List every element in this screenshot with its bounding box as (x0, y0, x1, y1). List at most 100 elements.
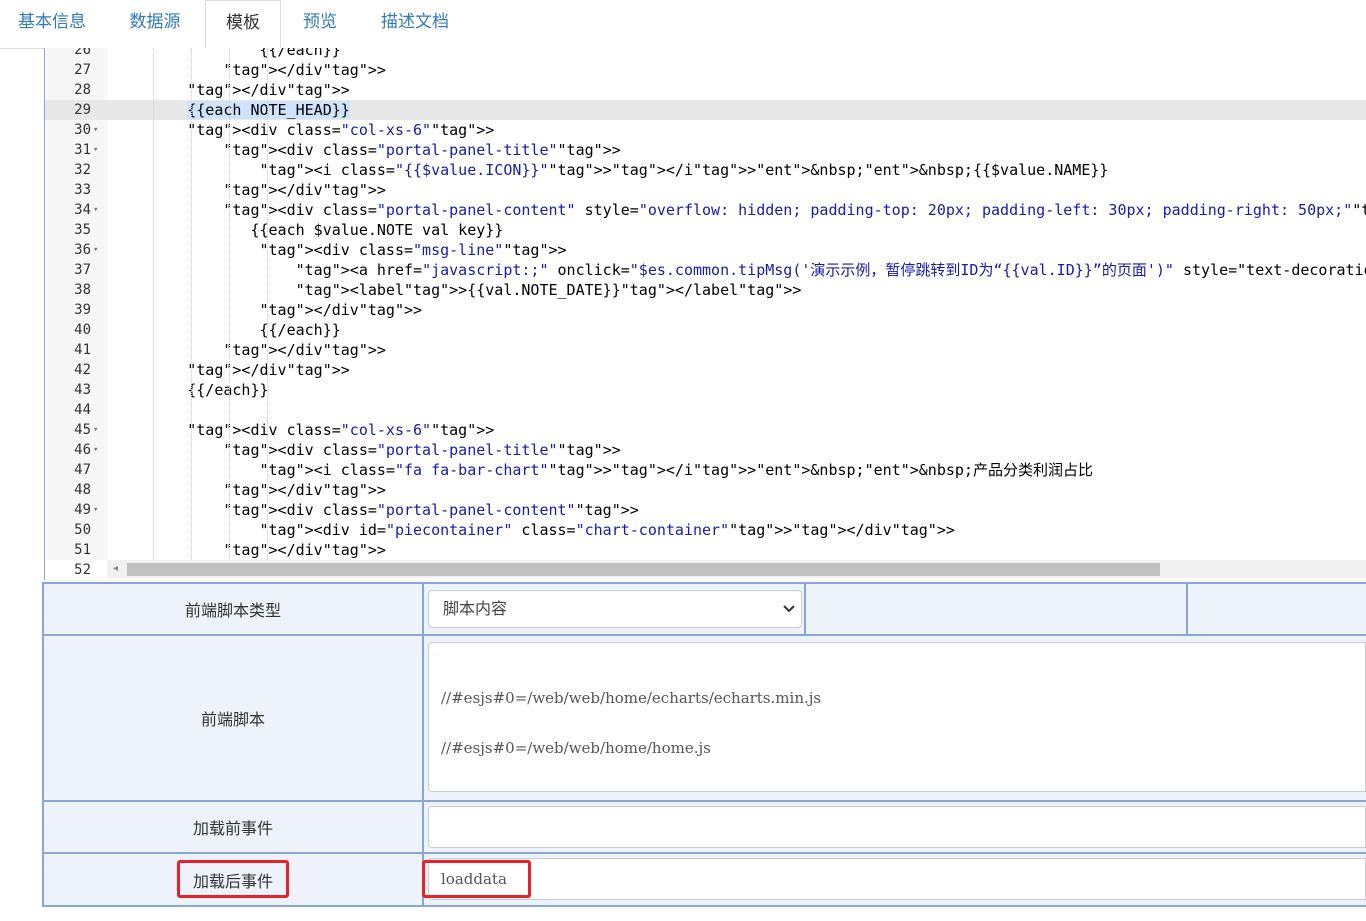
line-number: 46 (74, 442, 91, 458)
tab-template[interactable]: 模板 (205, 0, 281, 49)
script-type-select[interactable]: 脚本内容 (428, 590, 802, 628)
fold-arrow-icon[interactable]: ▾ (93, 120, 103, 140)
code-line[interactable]: 50 "tag"><div id="piecontainer" class="c… (45, 520, 1366, 540)
indent-guide (191, 48, 192, 560)
tab-description-doc[interactable]: 描述文档 (359, 0, 471, 48)
indent-guide (153, 48, 154, 560)
before-load-label: 加载前事件 (44, 802, 424, 852)
line-number: 47 (74, 462, 91, 478)
code-text: "tag"></div"tag">> (259, 301, 423, 319)
code-text: "tag"><div id="piecontainer" class="char… (259, 521, 955, 539)
code-line[interactable]: 28 "tag"></div"tag">> (45, 80, 1366, 100)
tab-datasource[interactable]: 数据源 (104, 0, 206, 48)
code-line[interactable]: 37 "tag"><a href="javascript:;" onclick=… (45, 260, 1366, 280)
code-line[interactable]: 31 ▾ "tag"><div class="portal-panel-title… (45, 140, 1366, 160)
line-number: 32 (74, 162, 91, 178)
code-line[interactable]: 26 {{/each}} (45, 48, 1366, 60)
cell-divider (1186, 584, 1188, 634)
code-text: {{each NOTE_HEAD}} (187, 101, 350, 119)
code-line[interactable]: 42 "tag"></div"tag">> (45, 360, 1366, 380)
script-cell: //#esjs#0=/web/web/home/echarts/echarts.… (424, 636, 1366, 800)
tab-preview[interactable]: 预览 (281, 0, 359, 48)
tab-basic-info[interactable]: 基本信息 (0, 0, 104, 48)
code-line[interactable]: 38 "tag"><label"tag">>{{val.NOTE_DATE}}"… (45, 280, 1366, 300)
code-line[interactable]: 40 {{/each}} (45, 320, 1366, 340)
code-text: "tag"></div"tag">> (187, 81, 350, 99)
code-text: "tag"></div"tag">> (223, 61, 386, 79)
code-text: "tag"><label"tag">>{{val.NOTE_DATE}}"tag… (295, 281, 802, 299)
scroll-left-icon[interactable]: ◂ (113, 563, 118, 574)
before-load-cell (424, 802, 1366, 852)
fold-arrow-icon[interactable]: ▾ (93, 500, 103, 520)
code-text: "tag"><a href="javascript:;" onclick="$e… (295, 261, 1366, 279)
script-line: //#esjs#0=/web/web/home/echarts/echarts.… (441, 689, 822, 707)
line-number: 33 (74, 182, 91, 198)
fold-arrow-icon[interactable]: ▾ (93, 140, 103, 160)
annotation-box-value (422, 860, 531, 898)
code-line[interactable]: 34 ▾ "tag"><div class="portal-panel-conte… (45, 200, 1366, 220)
script-textarea[interactable]: //#esjs#0=/web/web/home/echarts/echarts.… (428, 642, 1366, 792)
code-line[interactable]: 43 {{/each}} (45, 380, 1366, 400)
fold-arrow-icon[interactable]: ▾ (93, 200, 103, 220)
fold-arrow-icon[interactable]: ▾ (93, 240, 103, 260)
row-script: 前端脚本 //#esjs#0=/web/web/home/echarts/ech… (44, 636, 1366, 802)
line-number: 44 (74, 402, 91, 418)
scrollbar-thumb[interactable] (127, 563, 1160, 576)
before-load-input[interactable] (428, 806, 1366, 848)
code-line[interactable]: 49 ▾ "tag"><div class="portal-panel-conte… (45, 500, 1366, 520)
script-type-value: 脚本内容 (443, 599, 508, 618)
template-code-editor[interactable]: 26 {{/each}} 27 "tag"></div"tag">> 28 "tag… (44, 48, 1366, 580)
code-line[interactable]: 32 "tag"><i class="{{$value.ICON}}""tag"… (45, 160, 1366, 180)
code-line[interactable]: 36 ▾ "tag"><div class="msg-line""tag">> (45, 240, 1366, 260)
script-line: //#esjs#0=/web/web/home/home.js (441, 739, 711, 757)
code-text: "tag"></div"tag">> (223, 341, 386, 359)
code-text: "tag"></div"tag">> (223, 481, 386, 499)
horizontal-scrollbar[interactable]: ◂ (107, 560, 1366, 578)
code-line[interactable]: 33 "tag"></div"tag">> (45, 180, 1366, 200)
fold-arrow-icon[interactable]: ▾ (93, 440, 103, 460)
code-text: "tag"></div"tag">> (187, 361, 350, 379)
line-number: 35 (74, 222, 91, 238)
code-text: "tag"></div"tag">> (223, 181, 386, 199)
code-line[interactable]: 29 {{each NOTE_HEAD}} (45, 100, 1366, 120)
script-label: 前端脚本 (44, 636, 424, 800)
code-line[interactable]: 48 "tag"></div"tag">> (45, 480, 1366, 500)
line-number: 52 (74, 562, 91, 578)
indent-guide (229, 48, 230, 560)
code-text: "tag"><div class="portal-panel-content" … (223, 201, 1366, 219)
script-type-label: 前端脚本类型 (44, 584, 424, 634)
line-number: 41 (74, 342, 91, 358)
code-line[interactable]: 41 "tag"></div"tag">> (45, 340, 1366, 360)
line-number: 36 (74, 242, 91, 258)
after-load-input[interactable]: loaddata (428, 858, 1366, 900)
code-text: "tag"><div class="col-xs-6""tag">> (187, 421, 495, 439)
line-number: 38 (74, 282, 91, 298)
line-number: 39 (74, 302, 91, 318)
code-line[interactable]: 45 ▾ "tag"><div class="col-xs-6""tag">> (45, 420, 1366, 440)
line-number: 42 (74, 362, 91, 378)
script-type-cell: 脚本内容 (424, 584, 1366, 634)
code-line[interactable]: 35 {{each $value.NOTE val key}} (45, 220, 1366, 240)
line-number: 34 (74, 202, 91, 218)
indent-guide (267, 48, 268, 560)
code-line[interactable]: 30 ▾ "tag"><div class="col-xs-6""tag">> (45, 120, 1366, 140)
code-line[interactable]: 39 "tag"></div"tag">> (45, 300, 1366, 320)
code-line[interactable]: 27 "tag"></div"tag">> (45, 60, 1366, 80)
line-number: 48 (74, 482, 91, 498)
fold-arrow-icon[interactable]: ▾ (93, 420, 103, 440)
line-number: 37 (74, 262, 91, 278)
after-load-cell: loaddata (424, 854, 1366, 905)
code-text: "tag"><i class="fa fa-bar-chart""tag">>"… (259, 461, 1093, 479)
code-line[interactable]: 44 (45, 400, 1366, 420)
code-line[interactable]: 47 "tag"><i class="fa fa-bar-chart""tag"… (45, 460, 1366, 480)
line-number: 30 (74, 122, 91, 138)
code-text: "tag"></div"tag">> (223, 541, 386, 559)
line-number: 26 (74, 48, 91, 58)
code-line[interactable]: 51 "tag"></div"tag">> (45, 540, 1366, 560)
code-line[interactable]: 46 ▾ "tag"><div class="portal-panel-title… (45, 440, 1366, 460)
row-script-type: 前端脚本类型 脚本内容 (44, 584, 1366, 636)
cell-divider (804, 584, 806, 634)
code-text: "tag"><div class="portal-panel-content""… (223, 501, 639, 519)
line-number: 50 (74, 522, 91, 538)
tab-bar: 基本信息 数据源 模板 预览 描述文档 (0, 0, 1366, 49)
